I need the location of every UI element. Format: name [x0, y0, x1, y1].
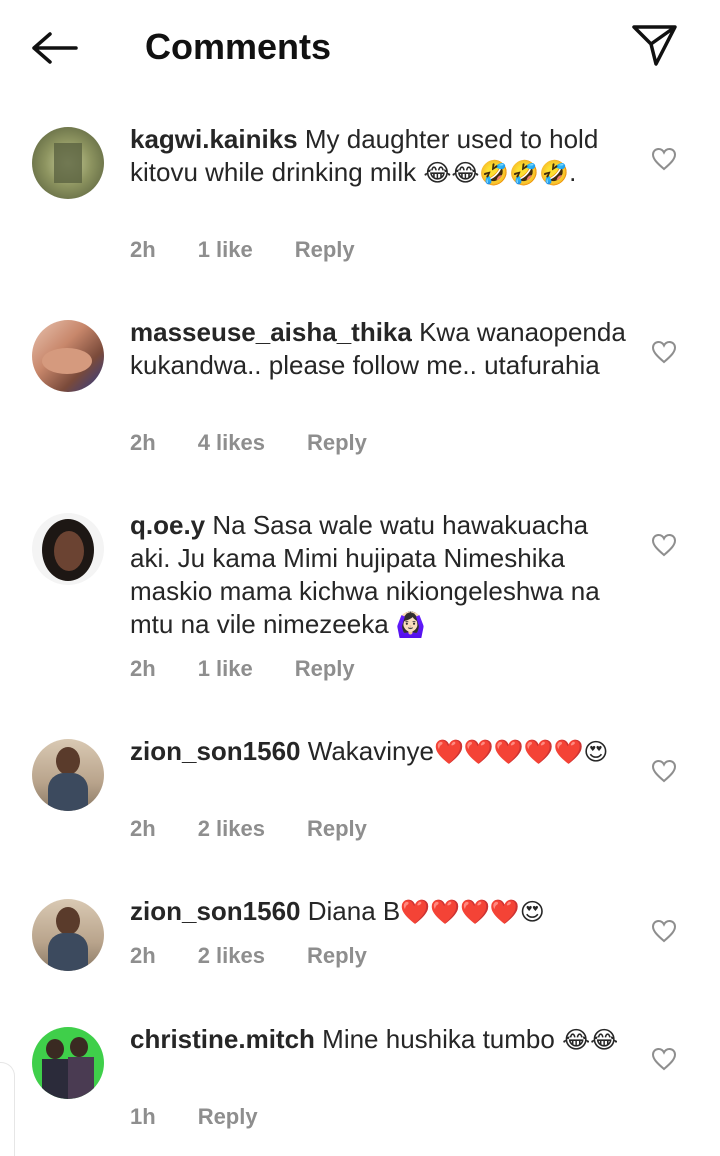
header: Comments: [0, 0, 720, 96]
share-button[interactable]: [630, 22, 680, 70]
reply-button[interactable]: Reply: [198, 1103, 258, 1131]
comment-meta: 2h 2 likes Reply: [130, 942, 409, 970]
comment-meta: 2h 4 likes Reply: [130, 429, 409, 457]
comment-meta: 1h Reply: [130, 1103, 300, 1131]
username[interactable]: kagwi.kainiks: [130, 124, 298, 154]
username[interactable]: zion_son1560: [130, 896, 301, 926]
username[interactable]: zion_son1560: [130, 736, 301, 766]
heart-icon[interactable]: [651, 147, 677, 171]
heart-icon[interactable]: [651, 1047, 677, 1071]
timestamp: 2h: [130, 943, 156, 968]
comment-text: kagwi.kainiks My daughter used to hold k…: [130, 124, 599, 187]
emoji: ❤️❤️❤️❤️❤️😍: [433, 738, 609, 766]
timestamp: 1h: [130, 1104, 156, 1129]
like-count[interactable]: 2 likes: [198, 942, 265, 970]
heart-icon[interactable]: [651, 759, 677, 783]
comment-meta: 2h 1 like Reply: [130, 655, 397, 683]
heart-icon[interactable]: [651, 340, 677, 364]
timestamp: 2h: [130, 237, 156, 262]
reply-button[interactable]: Reply: [295, 236, 355, 264]
comment-text: zion_son1560 Diana B❤️❤️❤️❤️😍: [130, 896, 545, 926]
username[interactable]: q.oe.y: [130, 510, 205, 540]
like-count[interactable]: 1 like: [198, 655, 253, 683]
like-count[interactable]: 2 likes: [198, 815, 265, 843]
emoji: 🙆🏻‍♀️: [395, 611, 426, 639]
paper-plane-icon: [632, 25, 677, 66]
arrow-left-icon: [32, 32, 78, 64]
reply-button[interactable]: Reply: [295, 655, 355, 683]
emoji: ❤️❤️❤️❤️😍: [400, 898, 545, 926]
avatar[interactable]: [32, 739, 104, 811]
username[interactable]: christine.mitch: [130, 1024, 315, 1054]
comment-text: q.oe.y Na Sasa wale watu hawakuacha aki.…: [130, 510, 600, 639]
heart-icon[interactable]: [651, 919, 677, 943]
avatar[interactable]: [32, 899, 104, 971]
comment-text: christine.mitch Mine hushika tumbo 😂😂: [130, 1024, 619, 1054]
avatar[interactable]: [32, 513, 104, 585]
avatar[interactable]: [32, 127, 104, 199]
reply-button[interactable]: Reply: [307, 815, 367, 843]
comment-text: masseuse_aisha_thika Kwa wanaopenda kuka…: [130, 317, 626, 380]
floating-panel-edge: [0, 1062, 15, 1156]
emoji: 😂😂: [562, 1026, 619, 1054]
reply-button[interactable]: Reply: [307, 429, 367, 457]
comment-meta: 2h 2 likes Reply: [130, 815, 409, 843]
emoji: 😂😂🤣🤣🤣: [423, 159, 570, 187]
timestamp: 2h: [130, 430, 156, 455]
avatar[interactable]: [32, 1027, 104, 1099]
page-title: Comments: [145, 26, 332, 67]
username[interactable]: masseuse_aisha_thika: [130, 317, 412, 347]
back-button[interactable]: [30, 26, 80, 70]
comment-text: zion_son1560 Wakavinye❤️❤️❤️❤️❤️😍: [130, 736, 609, 766]
comment-meta: 2h 1 like Reply: [130, 236, 397, 264]
like-count[interactable]: 4 likes: [198, 429, 265, 457]
heart-icon[interactable]: [651, 533, 677, 557]
timestamp: 2h: [130, 656, 156, 681]
avatar[interactable]: [32, 320, 104, 392]
reply-button[interactable]: Reply: [307, 942, 367, 970]
timestamp: 2h: [130, 816, 156, 841]
like-count[interactable]: 1 like: [198, 236, 253, 264]
